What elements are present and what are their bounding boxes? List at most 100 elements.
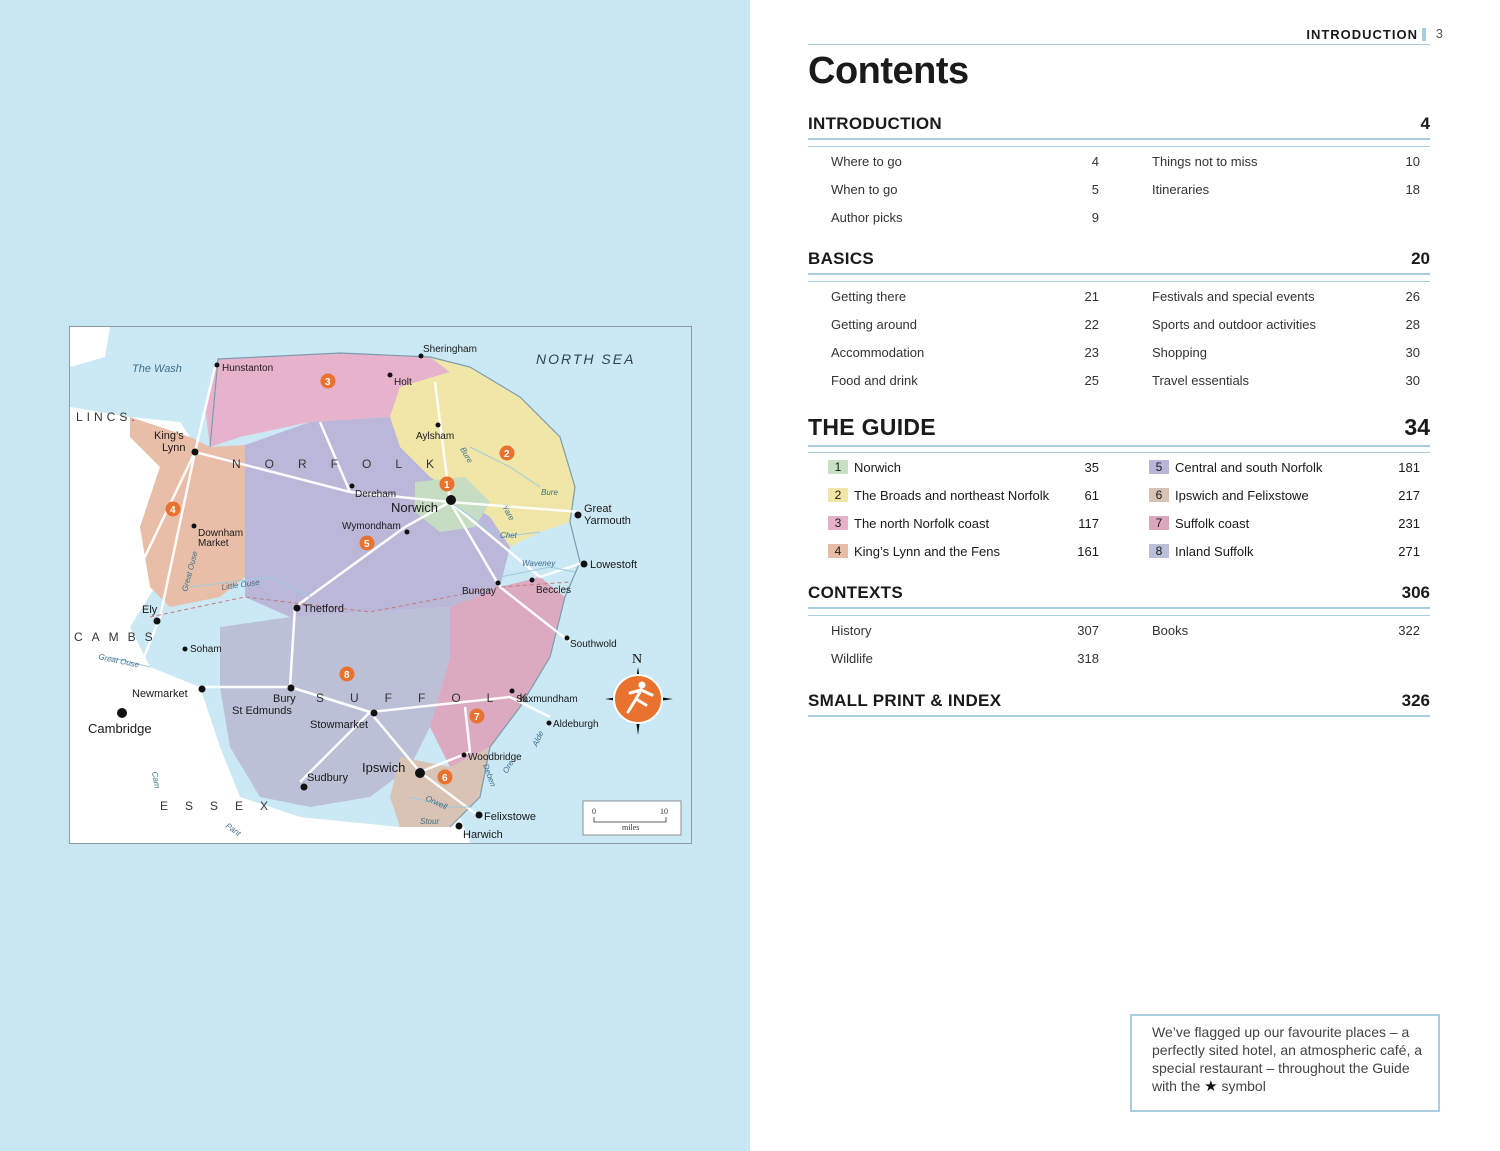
scale-unit: miles — [622, 823, 639, 832]
section-contexts-entries: History 307 Wildlife 318 Books 322 — [808, 615, 1430, 666]
toc-entry-label: When to go — [831, 181, 898, 197]
toc-entry[interactable]: Sports and outdoor activities 28 — [1152, 310, 1420, 338]
toc-entry[interactable]: Food and drink 25 — [831, 366, 1099, 394]
toc-entry-label: Accommodation — [831, 344, 925, 360]
newmarket-label: Newmarket — [132, 688, 188, 700]
toc-entry[interactable]: Things not to miss 10 — [1152, 147, 1420, 175]
toc-entry[interactable]: Wildlife 318 — [831, 644, 1099, 672]
section-page: 306 — [1401, 583, 1430, 602]
favourites-note: We’ve flagged up our favourite places – … — [1130, 1014, 1440, 1112]
chapter-number: 2 — [828, 488, 848, 502]
toc-entry[interactable]: Getting around 22 — [831, 310, 1099, 338]
st-edmunds-label: St Edmunds — [232, 705, 292, 717]
section-page: 326 — [1401, 691, 1430, 710]
chapter-title: Norwich — [854, 459, 901, 475]
section-title: INTRODUCTION — [808, 114, 942, 133]
soham-label: Soham — [190, 644, 222, 655]
ely-label: Ely — [142, 604, 158, 616]
badge-7: 7 — [474, 712, 480, 723]
toc-entry-page: 26 — [1405, 288, 1420, 304]
chapter-entry[interactable]: 2 The Broads and northeast Norfolk 61 — [828, 481, 1099, 509]
badge-5: 5 — [364, 539, 370, 550]
running-head-bar — [1422, 28, 1426, 41]
chapter-number: 1 — [828, 460, 848, 474]
toc-entry-page: 30 — [1405, 344, 1420, 360]
toc-entry-page: 30 — [1405, 372, 1420, 388]
chapter-entry[interactable]: 3 The north Norfolk coast 117 — [828, 509, 1099, 537]
chapter-title: Suffolk coast — [1175, 515, 1250, 531]
toc-entry-label: Food and drink — [831, 372, 918, 388]
toc-entry[interactable]: History 307 — [831, 616, 1099, 644]
toc-entry[interactable]: Getting there 21 — [831, 282, 1099, 310]
chapter-title: The Broads and northeast Norfolk — [854, 487, 1050, 503]
chapter-entry[interactable]: 5 Central and south Norfolk 181 — [1149, 453, 1420, 481]
chapter-entry[interactable]: 8 Inland Suffolk 271 — [1149, 537, 1420, 565]
toc-entry-label: Sports and outdoor activities — [1152, 316, 1317, 332]
badge-6: 6 — [442, 773, 448, 784]
toc-entry-label: Where to go — [831, 153, 902, 169]
chapter-page: 181 — [1398, 459, 1420, 475]
chapter-title: Central and south Norfolk — [1175, 459, 1323, 475]
toc-entry[interactable]: Festivals and special events 26 — [1152, 282, 1420, 310]
section-title: SMALL PRINT & INDEX — [808, 691, 1002, 710]
cambridge-label: Cambridge — [88, 721, 152, 736]
toc-entry-label: Wildlife — [831, 650, 873, 666]
toc-entry-label: Books — [1152, 622, 1189, 638]
lowestoft-label: Lowestoft — [590, 559, 637, 571]
badge-1: 1 — [444, 480, 450, 491]
toc-entry[interactable]: Author picks 9 — [831, 203, 1099, 231]
note-text: We’ve flagged up our favourite places – … — [1152, 1024, 1423, 1094]
toc-entry[interactable]: Itineraries 18 — [1152, 175, 1420, 203]
badge-4: 4 — [170, 505, 176, 516]
page-number: 3 — [1435, 26, 1443, 41]
toc-entry-page: 318 — [1077, 650, 1099, 666]
chapter-page: 61 — [1084, 487, 1099, 503]
chapter-title: Inland Suffolk — [1175, 543, 1254, 559]
star-icon: ★ — [1204, 1078, 1218, 1095]
chapter-page: 35 — [1084, 459, 1099, 475]
wymondham-label: Wymondham — [342, 521, 401, 532]
thetford-label: Thetford — [303, 603, 344, 615]
compass-north-label: N — [632, 652, 642, 667]
toc-entry[interactable]: When to go 5 — [831, 175, 1099, 203]
harwich-label: Harwich — [463, 829, 503, 841]
toc-entry[interactable]: Books 322 — [1152, 616, 1420, 644]
toc-entry[interactable]: Travel essentials 30 — [1152, 366, 1420, 394]
toc-entry-page: 4 — [1091, 153, 1099, 169]
great-label: Great — [584, 503, 612, 515]
toc-entry-page: 10 — [1405, 153, 1420, 169]
chapter-entry[interactable]: 6 Ipswich and Felixstowe 217 — [1149, 481, 1420, 509]
page-title: Contents — [808, 50, 969, 92]
bungay-label: Bungay — [462, 586, 496, 597]
waveney-label: Waveney — [522, 559, 556, 568]
toc-entry-label: Festivals and special events — [1152, 288, 1315, 304]
section-title: BASICS — [808, 249, 875, 268]
kings-label: King’s — [154, 430, 184, 442]
section-title: CONTEXTS — [808, 583, 903, 602]
chapter-entry[interactable]: 7 Suffolk coast 231 — [1149, 509, 1420, 537]
chapter-entry[interactable]: 1 Norwich 35 — [828, 453, 1099, 481]
toc-entry[interactable]: Where to go 4 — [831, 147, 1099, 175]
chapter-page: 231 — [1398, 515, 1420, 531]
chapter-title: Ipswich and Felixstowe — [1175, 487, 1309, 503]
yarmouth-label: Yarmouth — [584, 515, 631, 527]
section-basics: BASICS 20 — [808, 249, 1430, 275]
section-introduction: INTRODUCTION 4 — [808, 114, 1430, 140]
north-sea-label: NORTH SEA — [536, 351, 635, 367]
holt-label: Holt — [394, 377, 412, 388]
section-title: THE GUIDE — [808, 414, 936, 440]
toc-entry[interactable]: Accommodation 23 — [831, 338, 1099, 366]
essex-label: ESSEX — [160, 799, 285, 813]
sheringham-label: Sheringham — [423, 344, 477, 355]
chapter-number: 7 — [1149, 516, 1169, 530]
toc-entry[interactable]: Shopping 30 — [1152, 338, 1420, 366]
chapter-entry[interactable]: 4 King’s Lynn and the Fens 161 — [828, 537, 1099, 565]
toc-entry-page: 23 — [1084, 344, 1099, 360]
toc-entry-label: Itineraries — [1152, 181, 1210, 197]
section-page: 34 — [1404, 414, 1430, 440]
toc-entry-page: 18 — [1405, 181, 1420, 197]
region-map: NORTH SEA The Wash LINCS. NORFOLK CAMBS … — [69, 326, 692, 844]
toc-entry-label: History — [831, 622, 872, 638]
running-head: INTRODUCTION 3 — [808, 26, 1443, 45]
note-text-end: symbol — [1221, 1078, 1266, 1094]
